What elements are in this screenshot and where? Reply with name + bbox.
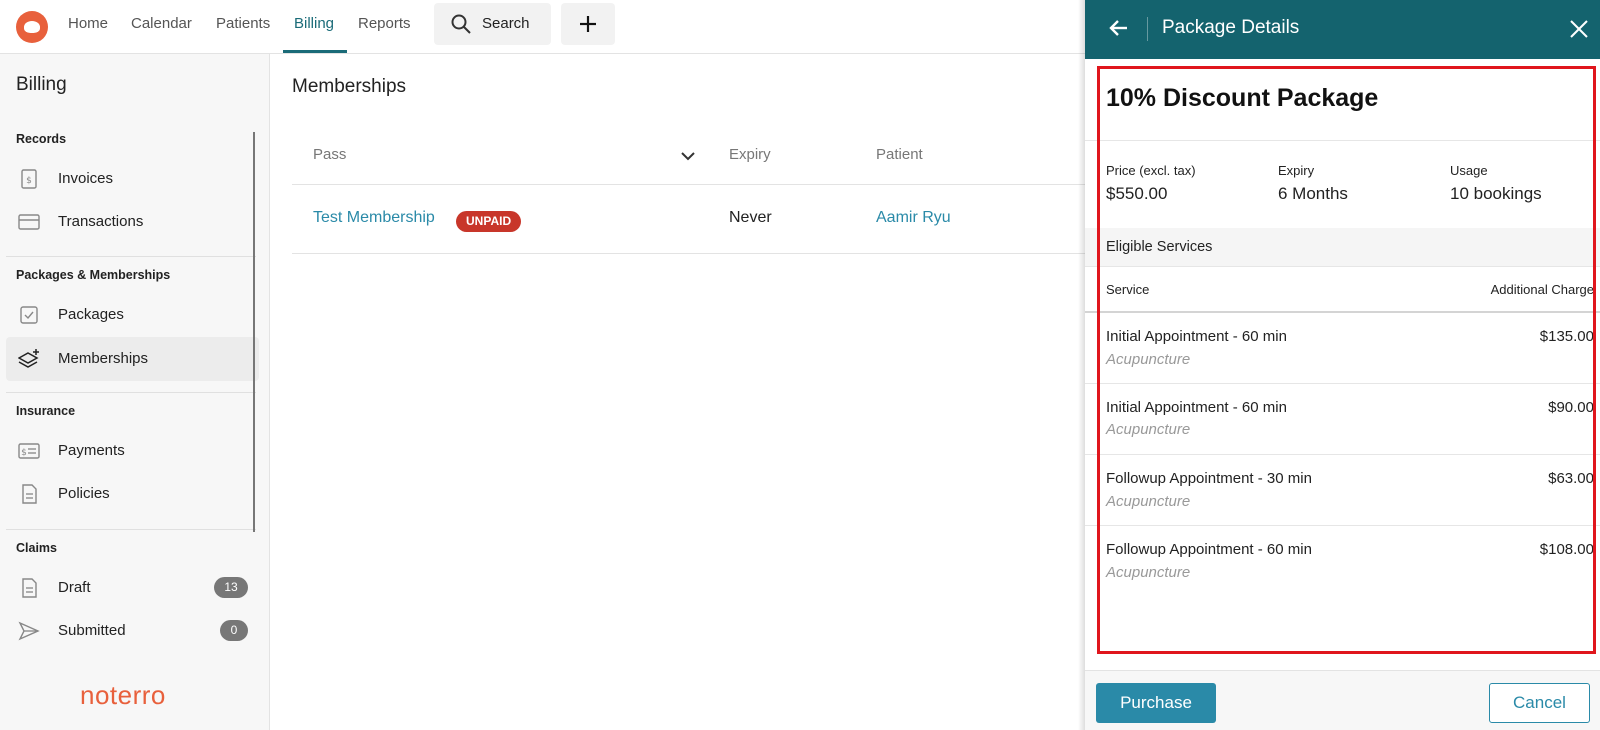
status-badge: UNPAID xyxy=(456,211,522,232)
chevron-down-icon[interactable] xyxy=(681,151,695,161)
search-label: Search xyxy=(482,15,530,32)
sidebar-item-label: Invoices xyxy=(58,170,114,187)
nav-reports[interactable]: Reports xyxy=(358,0,411,54)
sidebar-divider xyxy=(6,392,256,393)
purchase-button[interactable]: Purchase xyxy=(1096,683,1216,723)
sidebar-item-memberships[interactable]: Memberships xyxy=(6,337,259,381)
package-check-icon xyxy=(20,306,38,324)
nav-calendar[interactable]: Calendar xyxy=(131,0,192,54)
column-header-expiry: Expiry xyxy=(729,146,771,163)
svg-text:$: $ xyxy=(26,176,32,186)
invoice-icon: $ xyxy=(21,169,37,189)
section-claims: Claims xyxy=(16,541,57,555)
nav-billing[interactable]: Billing xyxy=(294,0,334,54)
sidebar-item-invoices[interactable]: $ Invoices xyxy=(6,157,259,201)
panel-footer: Purchase Cancel xyxy=(1085,670,1600,730)
sidebar-item-packages[interactable]: Packages xyxy=(6,293,259,337)
search-icon xyxy=(451,14,471,34)
section-records: Records xyxy=(16,132,67,146)
table-row-divider xyxy=(292,253,1085,254)
column-header-pass[interactable]: Pass xyxy=(313,146,346,163)
page-title: Memberships xyxy=(292,76,407,97)
sidebar-item-label: Submitted xyxy=(58,622,126,639)
sidebar-item-submitted[interactable]: Submitted 0 xyxy=(6,609,259,653)
header-separator xyxy=(1147,17,1148,41)
nav-patients[interactable]: Patients xyxy=(216,0,270,54)
highlight-box xyxy=(1097,66,1596,654)
sidebar-item-policies[interactable]: Policies xyxy=(6,472,259,516)
send-icon xyxy=(18,621,40,641)
search-button[interactable]: Search xyxy=(434,3,551,45)
sidebar-item-payments[interactable]: $ Payments xyxy=(6,429,259,473)
layers-icon xyxy=(18,349,39,368)
panel-header: Package Details xyxy=(1085,0,1600,59)
document-icon xyxy=(22,484,37,504)
sidebar-title: Billing xyxy=(16,74,67,95)
back-arrow-icon[interactable] xyxy=(1109,18,1129,38)
section-insurance: Insurance xyxy=(16,404,76,418)
draft-count-badge: 13 xyxy=(214,577,248,598)
top-nav: Home Calendar Patients Billing Reports S… xyxy=(0,0,1085,54)
nav-home[interactable]: Home xyxy=(68,0,108,54)
sidebar-item-transactions[interactable]: Transactions xyxy=(6,200,259,244)
sidebar-divider xyxy=(6,529,256,530)
cancel-button[interactable]: Cancel xyxy=(1489,683,1590,723)
sidebar-item-draft[interactable]: Draft 13 xyxy=(6,566,259,610)
panel-title: Package Details xyxy=(1162,17,1300,38)
column-header-patient: Patient xyxy=(876,146,923,163)
sidebar-item-label: Memberships xyxy=(58,350,149,367)
brand-logo: noterro xyxy=(80,680,166,710)
app-logo-icon[interactable] xyxy=(16,11,48,43)
card-icon xyxy=(18,214,40,230)
payment-icon: $ xyxy=(18,443,40,459)
sidebar-item-label: Draft xyxy=(58,579,91,596)
add-button[interactable] xyxy=(561,3,615,45)
draft-document-icon xyxy=(22,578,37,598)
sidebar-item-label: Policies xyxy=(58,485,110,502)
plus-icon xyxy=(580,16,596,32)
sidebar-scrollbar[interactable] xyxy=(253,132,255,532)
close-icon[interactable] xyxy=(1569,19,1589,39)
sidebar-item-label: Payments xyxy=(58,442,125,459)
active-tab-indicator xyxy=(283,50,347,53)
table-header-divider xyxy=(292,184,1085,185)
package-details-panel: Package Details 10% Discount Package Pri… xyxy=(1085,0,1600,730)
section-packages: Packages & Memberships xyxy=(16,268,171,282)
pass-link[interactable]: Test Membership xyxy=(313,209,435,227)
submitted-count-badge: 0 xyxy=(220,620,248,641)
sidebar-item-label: Packages xyxy=(58,306,124,323)
sidebar-divider xyxy=(6,256,256,257)
sidebar-item-label: Transactions xyxy=(58,213,144,230)
sidebar: Billing Records $ Invoices Transactions … xyxy=(0,54,270,730)
patient-link[interactable]: Aamir Ryu xyxy=(876,209,951,227)
expiry-value: Never xyxy=(729,209,772,226)
svg-text:$: $ xyxy=(21,448,27,458)
